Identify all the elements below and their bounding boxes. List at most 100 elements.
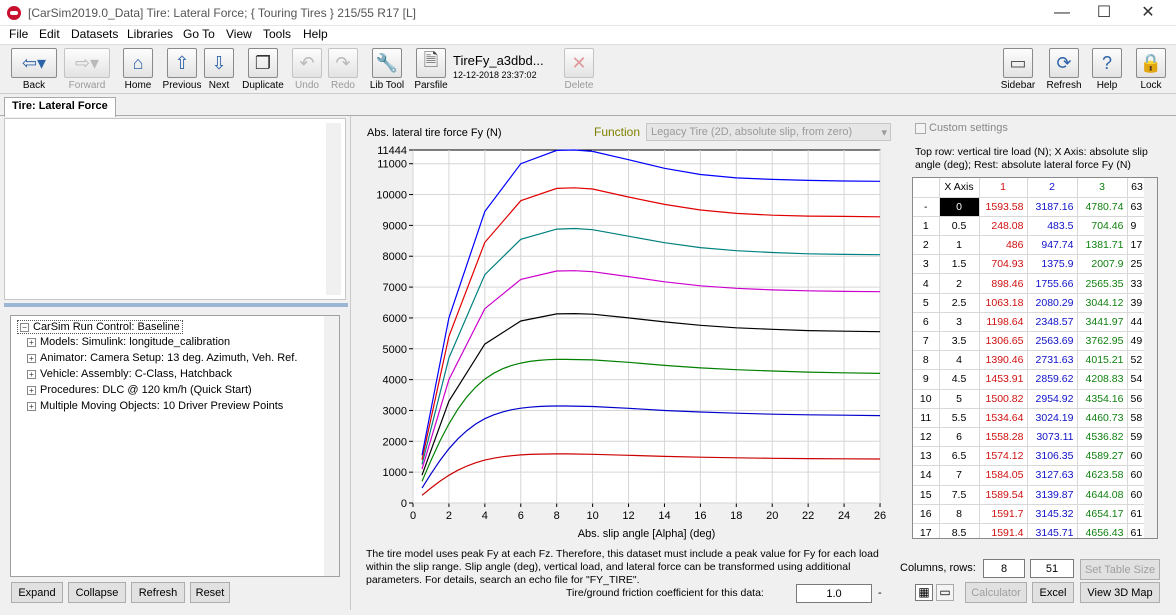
row-header[interactable]: 12 xyxy=(913,427,940,448)
menu-tools[interactable]: Tools xyxy=(263,27,291,41)
table-cell[interactable]: 1591.4 xyxy=(979,523,1028,538)
table-cell[interactable]: 1453.91 xyxy=(979,369,1028,390)
notes-scrollbar[interactable] xyxy=(326,123,341,295)
table-cell[interactable]: 1381.71 xyxy=(1077,235,1128,256)
table-cell[interactable]: 4654.17 xyxy=(1077,504,1128,524)
reset-button[interactable]: Reset xyxy=(190,582,230,603)
lock-button[interactable]: 🔒 Lock xyxy=(1134,48,1168,91)
tree-item-models[interactable]: + Models: Simulink: longitude_calibration xyxy=(27,336,230,348)
excel-button[interactable]: Excel xyxy=(1032,582,1074,603)
tree-item-vehicle[interactable]: + Vehicle: Assembly: C-Class, Hatchback xyxy=(27,368,232,380)
table-cell[interactable]: 4208.83 xyxy=(1077,369,1128,390)
table-cell[interactable]: 4354.16 xyxy=(1077,389,1128,409)
table-cell[interactable]: 483.5 xyxy=(1027,216,1078,237)
table-cell[interactable]: 704.46 xyxy=(1077,216,1128,237)
plot-view-icon[interactable]: ▭ xyxy=(936,584,954,601)
table-cell[interactable]: 2859.62 xyxy=(1027,369,1078,390)
table-cell[interactable]: 2565.35 xyxy=(1077,273,1128,294)
collapse-button[interactable]: Collapse xyxy=(68,582,126,603)
table-cell[interactable]: 1534.64 xyxy=(979,408,1028,428)
table-cell[interactable]: 3 xyxy=(939,312,980,333)
table-cell[interactable]: 1390.46 xyxy=(979,350,1028,371)
close-icon[interactable]: ✕ xyxy=(1138,3,1158,23)
table-cell[interactable]: 1.5 xyxy=(939,254,980,275)
tree-item-procedures[interactable]: + Procedures: DLC @ 120 km/h (Quick Start… xyxy=(27,384,252,396)
back-button[interactable]: ⇦▾ Back xyxy=(8,48,60,91)
forward-button[interactable]: ⇨▾ Forward xyxy=(62,48,112,91)
table-view-icon[interactable]: ▦ xyxy=(915,584,933,601)
refresh-tree-button[interactable]: Refresh xyxy=(131,582,185,603)
tree-root[interactable]: − CarSim Run Control: Baseline xyxy=(17,320,183,334)
lib-tool-button[interactable]: 🔧 Lib Tool xyxy=(366,48,408,91)
row-header[interactable]: 3 xyxy=(913,254,940,275)
table-cell[interactable]: 3127.63 xyxy=(1027,465,1078,486)
table-cell[interactable]: 4644.08 xyxy=(1077,485,1128,505)
columns-input[interactable]: 8 xyxy=(983,559,1025,578)
menu-edit[interactable]: Edit xyxy=(39,27,60,41)
table-cell[interactable]: 1589.54 xyxy=(979,485,1028,505)
row-header[interactable]: 9 xyxy=(913,369,940,390)
table-cell[interactable]: 1591.7 xyxy=(979,504,1028,524)
refresh-button[interactable]: ⟳ Refresh xyxy=(1046,48,1082,91)
calculator-button[interactable]: Calculator xyxy=(965,582,1027,603)
minimize-icon[interactable]: — xyxy=(1052,3,1072,23)
table-cell[interactable]: 1558.28 xyxy=(979,427,1028,448)
column-header[interactable]: 3 xyxy=(1077,178,1128,198)
table-cell[interactable]: 3139.87 xyxy=(1027,485,1078,505)
table-cell[interactable]: 2563.69 xyxy=(1027,331,1078,352)
table-cell[interactable]: 4015.21 xyxy=(1077,350,1128,371)
table-cell[interactable]: 1306.65 xyxy=(979,331,1028,352)
table-cell[interactable]: 0 xyxy=(939,197,980,217)
table-cell[interactable]: 3187.16 xyxy=(1027,197,1078,217)
table-cell[interactable]: 2007.9 xyxy=(1077,254,1128,275)
table-cell[interactable]: 3441.97 xyxy=(1077,312,1128,333)
table-cell[interactable]: 1755.66 xyxy=(1027,273,1078,294)
table-cell[interactable]: 8.5 xyxy=(939,523,980,538)
table-cell[interactable]: 4780.74 xyxy=(1077,197,1128,217)
menu-file[interactable]: File xyxy=(9,27,28,41)
previous-button[interactable]: ⇧ Previous xyxy=(162,48,202,91)
table-cell[interactable]: 1584.05 xyxy=(979,465,1028,486)
table-cell[interactable]: 5.5 xyxy=(939,408,980,428)
menu-help[interactable]: Help xyxy=(303,27,328,41)
set-table-size-button[interactable]: Set Table Size xyxy=(1080,559,1160,580)
row-header[interactable]: 1 xyxy=(913,216,940,237)
sidebar-button[interactable]: ▭ Sidebar xyxy=(1000,48,1036,91)
row-header[interactable]: 4 xyxy=(913,273,940,294)
table-cell[interactable]: 1593.58 xyxy=(979,197,1028,217)
table-scrollbar[interactable] xyxy=(1144,178,1157,538)
row-header[interactable]: 11 xyxy=(913,408,940,428)
table-cell[interactable]: 1 xyxy=(939,235,980,256)
table-cell[interactable]: 486 xyxy=(979,235,1028,256)
table-cell[interactable]: 5 xyxy=(939,389,980,409)
table-cell[interactable]: 6 xyxy=(939,427,980,448)
table-cell[interactable]: 3073.11 xyxy=(1027,427,1078,448)
rows-input[interactable]: 51 xyxy=(1030,559,1074,578)
table-cell[interactable]: 3044.12 xyxy=(1077,293,1128,313)
table-cell[interactable]: 3.5 xyxy=(939,331,980,352)
custom-settings-checkbox[interactable] xyxy=(915,123,926,134)
table-cell[interactable]: 1198.64 xyxy=(979,312,1028,333)
row-header[interactable]: 7 xyxy=(913,331,940,352)
table-cell[interactable]: 2731.63 xyxy=(1027,350,1078,371)
row-header[interactable]: 10 xyxy=(913,389,940,409)
table-cell[interactable]: 2954.92 xyxy=(1027,389,1078,409)
row-header[interactable]: 8 xyxy=(913,350,940,371)
menu-goto[interactable]: Go To xyxy=(183,27,215,41)
table-cell[interactable]: 7 xyxy=(939,465,980,486)
row-header[interactable]: 17 xyxy=(913,523,940,538)
row-header[interactable]: 5 xyxy=(913,293,940,313)
menu-libraries[interactable]: Libraries xyxy=(127,27,173,41)
table-cell[interactable]: 2.5 xyxy=(939,293,980,313)
undo-button[interactable]: ↶ Undo xyxy=(290,48,324,91)
column-header[interactable]: 1 xyxy=(979,178,1028,198)
maximize-icon[interactable]: ☐ xyxy=(1094,3,1114,23)
help-button[interactable]: ? Help xyxy=(1090,48,1124,91)
redo-button[interactable]: ↷ Redo xyxy=(326,48,360,91)
row-header[interactable]: - xyxy=(913,197,940,217)
table-cell[interactable]: 898.46 xyxy=(979,273,1028,294)
row-header[interactable]: 2 xyxy=(913,235,940,256)
table-cell[interactable]: 0.5 xyxy=(939,216,980,237)
table-cell[interactable]: 6.5 xyxy=(939,446,980,467)
table-cell[interactable]: 1063.18 xyxy=(979,293,1028,313)
